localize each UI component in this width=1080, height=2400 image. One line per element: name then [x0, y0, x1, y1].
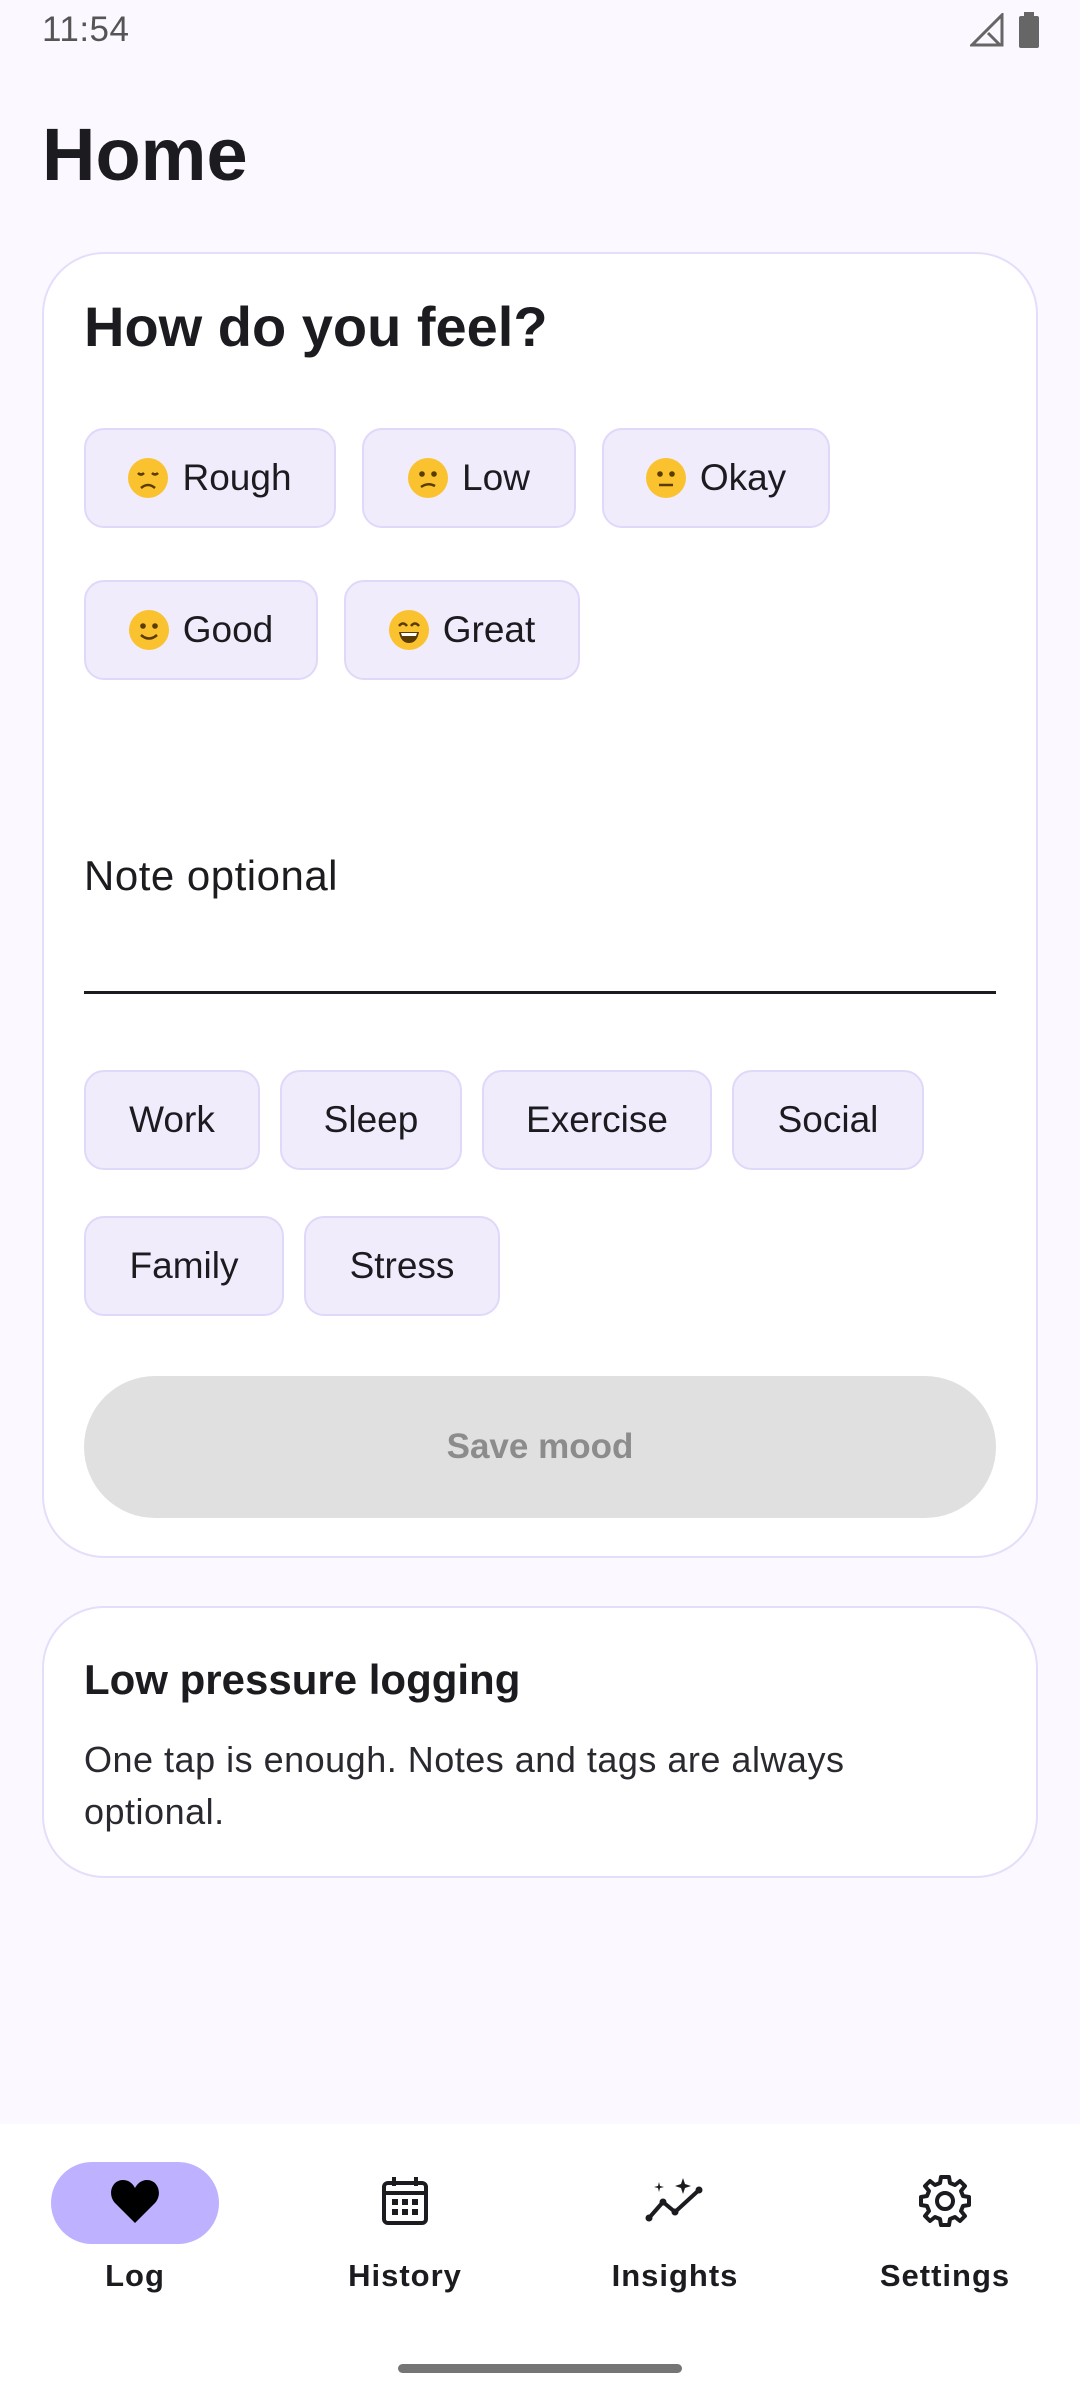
battery-icon: [1018, 12, 1040, 53]
mood-chip-great[interactable]: Great: [344, 580, 580, 680]
gear-icon: [918, 2174, 972, 2233]
nav-active-indicator: [51, 2162, 219, 2244]
tag-chip-label: Exercise: [526, 1099, 668, 1140]
nav-item-insights[interactable]: Insights: [540, 2162, 810, 2322]
status-icons: [968, 11, 1040, 53]
nav-label: Settings: [879, 2258, 1011, 2293]
tag-chip-sleep[interactable]: Sleep: [280, 1070, 462, 1170]
insights-icon: [645, 2176, 705, 2231]
mood-chip-label: Rough: [182, 457, 292, 498]
info-card: Low pressure logging One tap is enough. …: [42, 1606, 1038, 1878]
tag-chip-label: Stress: [349, 1245, 455, 1286]
tag-chip-label: Family: [129, 1245, 239, 1286]
nav-label: History: [348, 2258, 462, 2293]
note-field-label: Note optional: [84, 852, 339, 899]
signal-icon: [968, 11, 1004, 52]
tag-chip-social[interactable]: Social: [732, 1070, 924, 1170]
tag-chip-family[interactable]: Family: [84, 1216, 284, 1316]
mood-chip-label: Good: [182, 609, 274, 650]
page-title: Home: [42, 113, 248, 196]
status-bar: 11:54: [0, 0, 1080, 64]
tag-chip-work[interactable]: Work: [84, 1070, 260, 1170]
grinning-face-icon: [388, 610, 429, 650]
confused-face-icon: [408, 458, 449, 498]
save-mood-button[interactable]: Save mood: [84, 1376, 996, 1518]
neutral-face-icon: [645, 458, 686, 498]
tag-chip-label: Sleep: [323, 1099, 419, 1140]
save-mood-label: Save mood: [446, 1427, 634, 1466]
nav-item-log[interactable]: Log: [0, 2162, 270, 2322]
status-time: 11:54: [42, 10, 130, 49]
tag-chip-label: Work: [129, 1099, 215, 1140]
tag-chip-stress[interactable]: Stress: [304, 1216, 500, 1316]
nav-item-settings[interactable]: Settings: [810, 2162, 1080, 2322]
mood-chip-label: Okay: [699, 457, 787, 498]
disappointed-face-icon: [128, 458, 169, 498]
mood-chip-label: Great: [442, 609, 536, 650]
info-card-body: One tap is enough. Notes and tags are al…: [84, 1739, 845, 1832]
mood-chip-rough[interactable]: Rough: [84, 428, 336, 528]
mood-card: How do you feel? Rough Low Okay Good Gre…: [42, 252, 1038, 1558]
mood-card-heading: How do you feel?: [84, 295, 548, 358]
nav-item-history[interactable]: History: [270, 2162, 540, 2322]
nav-label: Insights: [611, 2258, 739, 2293]
home-indicator[interactable]: [398, 2364, 682, 2373]
tag-chip-exercise[interactable]: Exercise: [482, 1070, 712, 1170]
calendar-icon: [381, 2176, 429, 2231]
nav-label: Log: [105, 2258, 165, 2293]
slightly-smiling-face-icon: [128, 610, 169, 650]
mood-chip-okay[interactable]: Okay: [602, 428, 830, 528]
bottom-navigation: Log History Insights Settings: [0, 2124, 1080, 2400]
heart-icon: [109, 2177, 161, 2230]
info-card-title: Low pressure logging: [84, 1656, 521, 1703]
mood-chip-label: Low: [462, 457, 530, 498]
mood-chip-low[interactable]: Low: [362, 428, 576, 528]
tag-chip-label: Social: [777, 1099, 879, 1140]
mood-chip-good[interactable]: Good: [84, 580, 318, 680]
